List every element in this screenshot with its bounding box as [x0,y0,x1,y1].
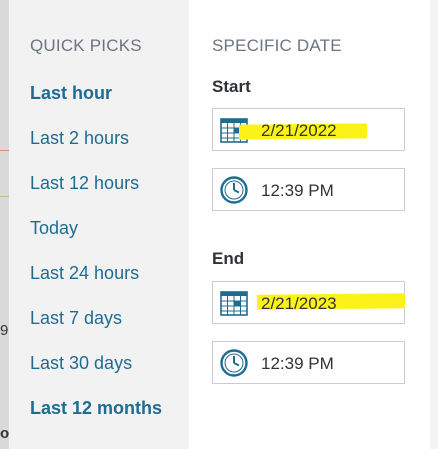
start-time-value: 12:39 PM [261,181,334,200]
quick-pick-today[interactable]: Today [30,218,78,239]
end-date-value: 2/21/2023 [261,294,337,313]
background-page-strip [0,0,9,449]
start-date-field[interactable]: 2/21/2022 [212,108,405,151]
quick-pick-last-30-days[interactable]: Last 30 days [30,353,132,374]
date-range-picker: QUICK PICKS Last hour Last 2 hours Last … [9,0,430,449]
quick-pick-last-12-hours[interactable]: Last 12 hours [30,173,139,194]
clock-icon[interactable] [220,349,248,377]
quick-pick-last-2-hours[interactable]: Last 2 hours [30,128,129,149]
quick-pick-last-hour[interactable]: Last hour [30,83,112,104]
specific-date-panel: SPECIFIC DATE Start 2/21/2022 12:39 PM E… [189,0,430,449]
clock-icon[interactable] [220,176,248,204]
end-time-field[interactable]: 12:39 PM [212,341,405,384]
background-glyph: o [0,425,10,442]
end-label: End [212,249,245,268]
quick-pick-last-12-months[interactable]: Last 12 months [30,398,162,419]
quick-pick-last-7-days[interactable]: Last 7 days [30,308,122,329]
background-page-edge [430,0,438,449]
background-glyph: 9 [0,322,9,339]
calendar-icon[interactable] [220,289,248,317]
quick-picks-panel: QUICK PICKS Last hour Last 2 hours Last … [9,0,189,449]
start-time-field[interactable]: 12:39 PM [212,168,405,211]
background-chart-mark [0,196,9,197]
background-chart-mark [0,150,9,151]
end-date-field[interactable]: 2/21/2023 [212,281,406,324]
quick-pick-last-24-hours[interactable]: Last 24 hours [30,263,139,284]
end-time-value: 12:39 PM [261,354,334,373]
specific-date-heading: SPECIFIC DATE [212,36,342,55]
start-label: Start [212,77,251,96]
quick-picks-heading: QUICK PICKS [30,36,142,55]
start-date-value: 2/21/2022 [261,121,337,140]
